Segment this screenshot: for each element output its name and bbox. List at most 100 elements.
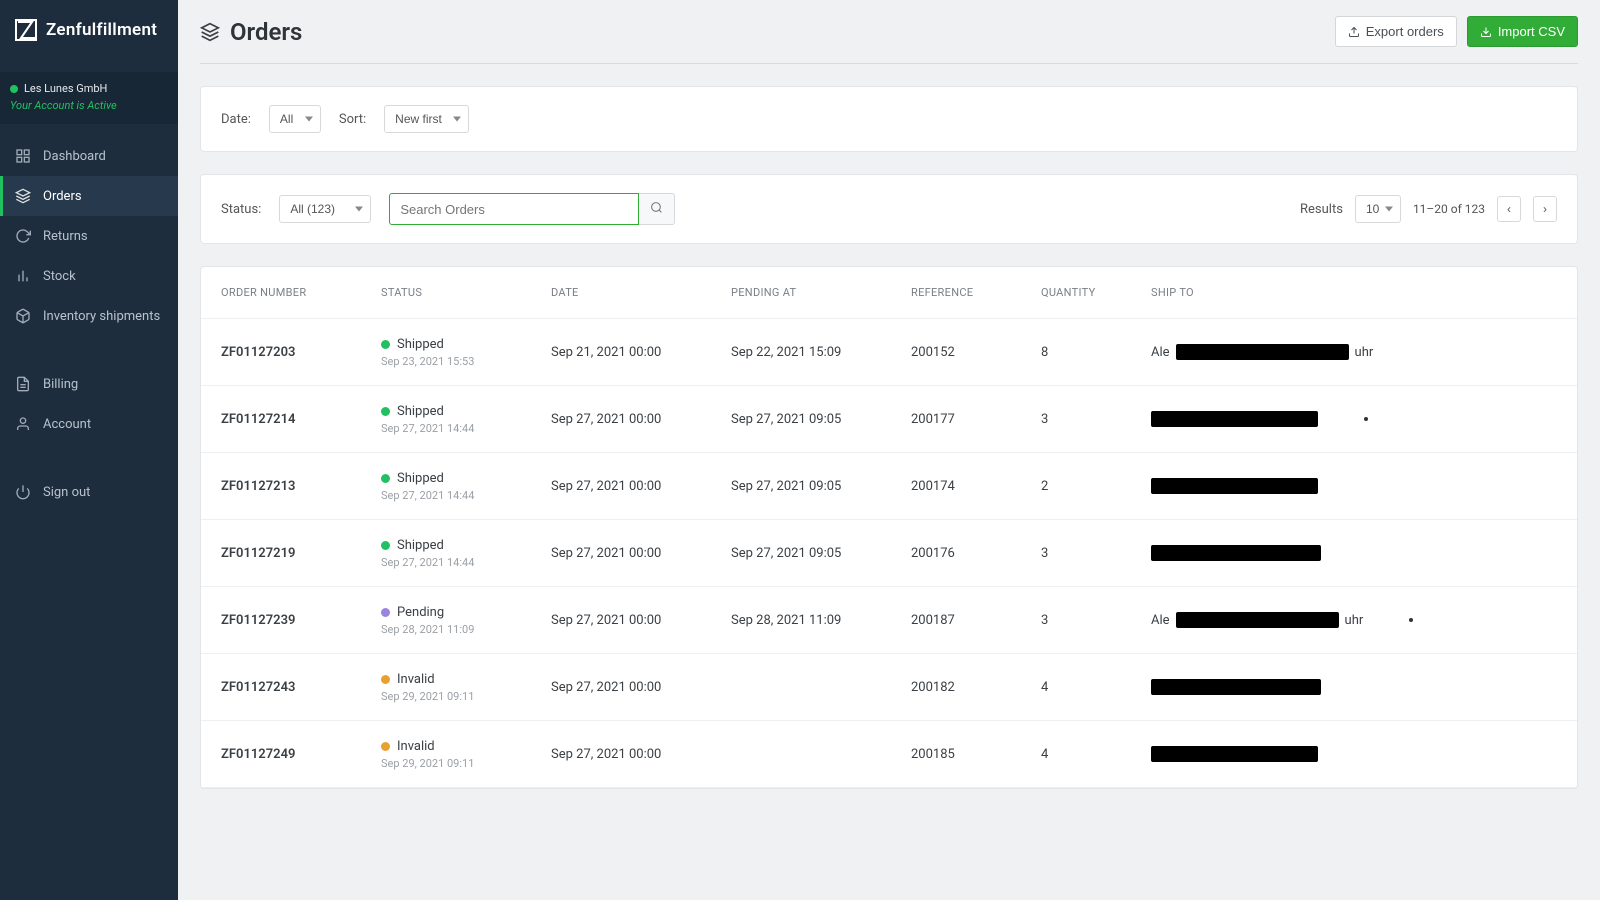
page-title: Orders [230,18,302,46]
status-timestamp: Sep 29, 2021 09:11 [381,690,551,703]
next-page-button[interactable]: › [1533,196,1557,222]
results-per-page-select[interactable]: 10 [1355,195,1401,223]
status-cell: ShippedSep 27, 2021 14:44 [381,471,551,502]
quantity-cell: 3 [1041,546,1151,561]
sidebar-item-stock[interactable]: Stock [0,256,178,296]
date-filter-label: Date: [221,112,251,127]
sidebar-item-orders[interactable]: Orders [0,176,178,216]
reference-cell: 200182 [911,680,1041,695]
quantity-cell: 3 [1041,613,1151,628]
brand-name: Zenfulfillment [46,20,157,40]
reference-cell: 200177 [911,412,1041,427]
status-filter-select[interactable]: All (123) [279,195,371,223]
page-range: 11–20 of 123 [1413,202,1485,216]
status-cell: ShippedSep 27, 2021 14:44 [381,538,551,569]
date-cell: Sep 27, 2021 00:00 [551,412,731,427]
table-row[interactable]: ZF01127213ShippedSep 27, 2021 14:44Sep 2… [201,453,1577,520]
table-row[interactable]: ZF01127203ShippedSep 23, 2021 15:53Sep 2… [201,319,1577,386]
chevron-right-icon: › [1543,202,1547,216]
redacted-block [1176,344,1349,360]
status-dot-icon [381,675,390,684]
sidebar-item-returns[interactable]: Returns [0,216,178,256]
order-number: ZF01127214 [221,412,381,427]
status-timestamp: Sep 27, 2021 14:44 [381,556,551,569]
ship-suffix: uhr [1355,345,1374,360]
main-content: Orders Export orders Import CSV Date: [178,0,1600,900]
table-row[interactable]: ZF01127239PendingSep 28, 2021 11:09Sep 2… [201,587,1577,654]
layers-icon [200,22,220,42]
quantity-cell: 4 [1041,680,1151,695]
redacted-block [1176,612,1339,628]
table-row[interactable]: ZF01127219ShippedSep 27, 2021 14:44Sep 2… [201,520,1577,587]
account-status-box: Les Lunes GmbH Your Account is Active [0,72,178,124]
reference-cell: 200187 [911,613,1041,628]
sidebar-item-inventory[interactable]: Inventory shipments [0,296,178,336]
ship-to-cell: Ale uhr [1151,344,1557,360]
sidebar-item-account[interactable]: Account [0,404,178,444]
sidebar-item-billing[interactable]: Billing [0,364,178,404]
file-icon [15,376,31,392]
status-timestamp: Sep 27, 2021 14:44 [381,489,551,502]
date-filter-select[interactable]: All [269,105,321,133]
sort-filter-select[interactable]: New first [384,105,469,133]
search-orders-input[interactable] [389,193,639,225]
pending-cell: Sep 27, 2021 09:05 [731,412,911,427]
quantity-cell: 8 [1041,345,1151,360]
table-row[interactable]: ZF01127243InvalidSep 29, 2021 09:11Sep 2… [201,654,1577,721]
sidebar-item-dashboard[interactable]: Dashboard [0,136,178,176]
import-csv-button[interactable]: Import CSV [1467,16,1578,47]
ship-to-cell [1151,679,1557,695]
date-cell: Sep 21, 2021 00:00 [551,345,731,360]
account-company: Les Lunes GmbH [24,82,107,95]
button-label: Import CSV [1498,24,1565,39]
status-timestamp: Sep 27, 2021 14:44 [381,422,551,435]
date-cell: Sep 27, 2021 00:00 [551,680,731,695]
status-label: Invalid [397,739,435,754]
quantity-cell: 3 [1041,412,1151,427]
date-cell: Sep 27, 2021 00:00 [551,613,731,628]
reference-cell: 200185 [911,747,1041,762]
status-dot-icon [381,541,390,550]
order-number: ZF01127239 [221,613,381,628]
table-row[interactable]: ZF01127214ShippedSep 27, 2021 14:44Sep 2… [201,386,1577,453]
reference-cell: 200176 [911,546,1041,561]
status-filter-label: Status: [221,202,261,217]
col-reference: REFERENCE [911,286,1041,299]
logo-icon [14,18,38,42]
dot-icon [1409,618,1413,622]
status-dot-icon [381,742,390,751]
redacted-block [1151,679,1321,695]
bars-icon [15,268,31,284]
table-row[interactable]: ZF01127249InvalidSep 29, 2021 09:11Sep 2… [201,721,1577,788]
status-dot-icon [381,340,390,349]
ship-prefix: Ale [1151,613,1170,628]
status-label: Shipped [397,404,444,419]
sidebar-item-label: Inventory shipments [43,309,160,324]
col-ship-to: SHIP TO [1151,286,1557,299]
date-sort-panel: Date: All Sort: New first [200,86,1578,152]
ship-to-cell [1151,411,1557,427]
button-label: Export orders [1366,24,1444,39]
search-button[interactable] [639,193,675,225]
status-dot-icon [381,474,390,483]
page-header: Orders Export orders Import CSV [200,16,1578,64]
prev-page-button[interactable]: ‹ [1497,196,1521,222]
pending-cell: Sep 27, 2021 09:05 [731,479,911,494]
sidebar: Zenfulfillment Les Lunes GmbH Your Accou… [0,0,178,900]
sidebar-item-signout[interactable]: Sign out [0,472,178,512]
sidebar-item-label: Sign out [43,485,90,500]
date-cell: Sep 27, 2021 00:00 [551,546,731,561]
search-icon [650,202,663,217]
pending-cell: Sep 27, 2021 09:05 [731,546,911,561]
sidebar-item-label: Stock [43,269,76,284]
status-cell: Shipped Sep 27, 2021 14:44 [381,404,551,435]
order-number: ZF01127219 [221,546,381,561]
export-orders-button[interactable]: Export orders [1335,16,1457,47]
order-number: ZF01127243 [221,680,381,695]
status-dot-icon [381,608,390,617]
user-icon [15,416,31,432]
status-label: Shipped [397,337,444,352]
ship-prefix: Ale [1151,345,1170,360]
refresh-icon [15,228,31,244]
status-timestamp: Sep 28, 2021 11:09 [381,623,551,636]
